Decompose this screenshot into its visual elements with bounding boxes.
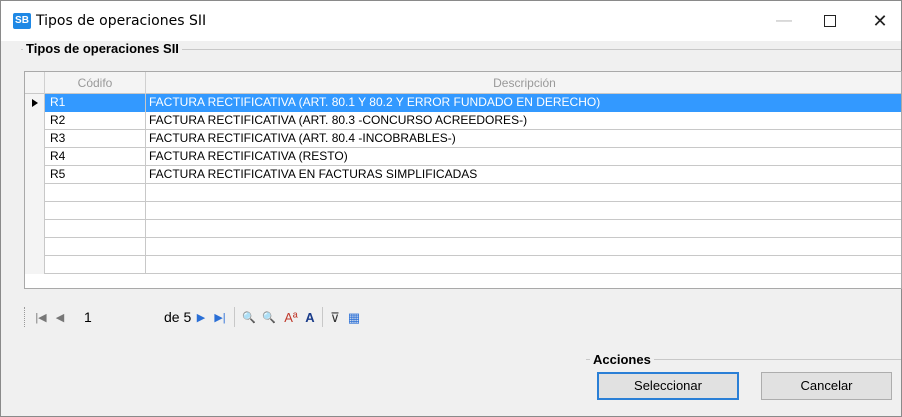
page-total-label: de 5 (164, 309, 192, 325)
cell-description[interactable]: FACTURA RECTIFICATIVA EN FACTURAS SIMPLI… (146, 166, 901, 184)
row-selector[interactable] (25, 148, 45, 166)
row-selector[interactable] (25, 220, 45, 238)
cell-code[interactable] (45, 256, 146, 274)
actions-title: Acciones (590, 352, 654, 367)
next-icon[interactable]: ▶ (195, 310, 207, 326)
table-row[interactable] (25, 238, 901, 256)
row-selector[interactable] (25, 166, 45, 184)
select-button[interactable]: Seleccionar (597, 372, 739, 400)
table-row[interactable]: R3 FACTURA RECTIFICATIVA (ART. 80.4 -INCO… (25, 130, 901, 148)
column-header-code[interactable]: Códifo (45, 72, 146, 94)
cell-code[interactable] (45, 220, 146, 238)
table-row[interactable] (25, 184, 901, 202)
cell-code[interactable]: R5 (45, 166, 146, 184)
operations-grid[interactable]: Códifo Descripción R1 FACTURA RECTIFICATI… (24, 71, 902, 289)
cell-code[interactable]: R1 (45, 94, 146, 112)
export-icon[interactable]: ▦ (346, 310, 362, 326)
maximize-button[interactable] (807, 1, 853, 41)
cancel-button[interactable]: Cancelar (761, 372, 892, 400)
window-title: Tipos de operaciones SII (36, 13, 207, 29)
cell-description[interactable]: FACTURA RECTIFICATIVA (RESTO) (146, 148, 901, 166)
cell-description[interactable] (146, 220, 901, 238)
table-row[interactable] (25, 220, 901, 238)
cell-code[interactable] (45, 238, 146, 256)
cell-code[interactable] (45, 184, 146, 202)
cell-description[interactable] (146, 256, 901, 274)
dialog-window: SB Tipos de operaciones SII — ✕ Tipos de… (0, 0, 902, 417)
prev-icon[interactable]: ◀ (54, 310, 66, 326)
table-row[interactable]: R2 FACTURA RECTIFICATIVA (ART. 80.3 -CONC… (25, 112, 901, 130)
table-row[interactable] (25, 202, 901, 220)
cell-description[interactable]: FACTURA RECTIFICATIVA (ART. 80.1 Y 80.2 … (146, 94, 901, 112)
last-icon[interactable]: ▶| (212, 310, 228, 326)
row-selector[interactable] (25, 130, 45, 148)
font-icon[interactable]: A (303, 310, 317, 326)
column-header-description[interactable]: Descripción (146, 72, 901, 94)
row-selector[interactable] (25, 112, 45, 130)
minimize-button[interactable]: — (761, 1, 807, 41)
title-bar[interactable]: SB Tipos de operaciones SII — ✕ (1, 1, 901, 41)
close-button[interactable]: ✕ (857, 1, 902, 41)
group-title: Tipos de operaciones SII (23, 41, 182, 56)
filter-icon[interactable]: ⊽ (327, 310, 343, 326)
cell-description[interactable] (146, 238, 901, 256)
table-row[interactable]: R1 FACTURA RECTIFICATIVA (ART. 80.1 Y 80.… (25, 94, 901, 112)
table-row[interactable]: R4 FACTURA RECTIFICATIVA (RESTO) (25, 148, 901, 166)
cell-code[interactable]: R4 (45, 148, 146, 166)
font-size-icon[interactable]: Aª (281, 310, 301, 326)
cell-code[interactable] (45, 202, 146, 220)
table-row[interactable] (25, 256, 901, 274)
row-selector[interactable] (25, 202, 45, 220)
navigator-bar: |◀ ◀ de 5 ▶ ▶| 🔍 🔍 Aª A ⊽ ▦ (24, 293, 902, 339)
toolbar-separator (322, 307, 323, 327)
cell-description[interactable] (146, 184, 901, 202)
maximize-icon (824, 14, 836, 27)
row-selector[interactable] (25, 256, 45, 274)
page-number-input[interactable] (76, 306, 166, 328)
cell-description[interactable]: FACTURA RECTIFICATIVA (ART. 80.4 -INCOBR… (146, 130, 901, 148)
grid-rows: R1 FACTURA RECTIFICATIVA (ART. 80.1 Y 80.… (25, 94, 901, 274)
cell-code[interactable]: R3 (45, 130, 146, 148)
row-selector[interactable] (25, 94, 45, 112)
zoom-out-icon[interactable]: 🔍 (260, 310, 278, 326)
toolbar-separator (234, 307, 235, 327)
cell-description[interactable] (146, 202, 901, 220)
toolbar-grip[interactable] (24, 307, 27, 327)
grid-header: Códifo Descripción (25, 72, 901, 94)
current-row-arrow-icon (32, 99, 38, 107)
table-row[interactable]: R5 FACTURA RECTIFICATIVA EN FACTURAS SIMP… (25, 166, 901, 184)
row-selector-header (25, 72, 45, 94)
zoom-in-icon[interactable]: 🔍 (240, 310, 258, 326)
first-icon[interactable]: |◀ (34, 310, 48, 326)
cell-code[interactable]: R2 (45, 112, 146, 130)
cell-description[interactable]: FACTURA RECTIFICATIVA (ART. 80.3 -CONCUR… (146, 112, 901, 130)
row-selector[interactable] (25, 184, 45, 202)
app-icon: SB (13, 13, 31, 29)
row-selector[interactable] (25, 238, 45, 256)
